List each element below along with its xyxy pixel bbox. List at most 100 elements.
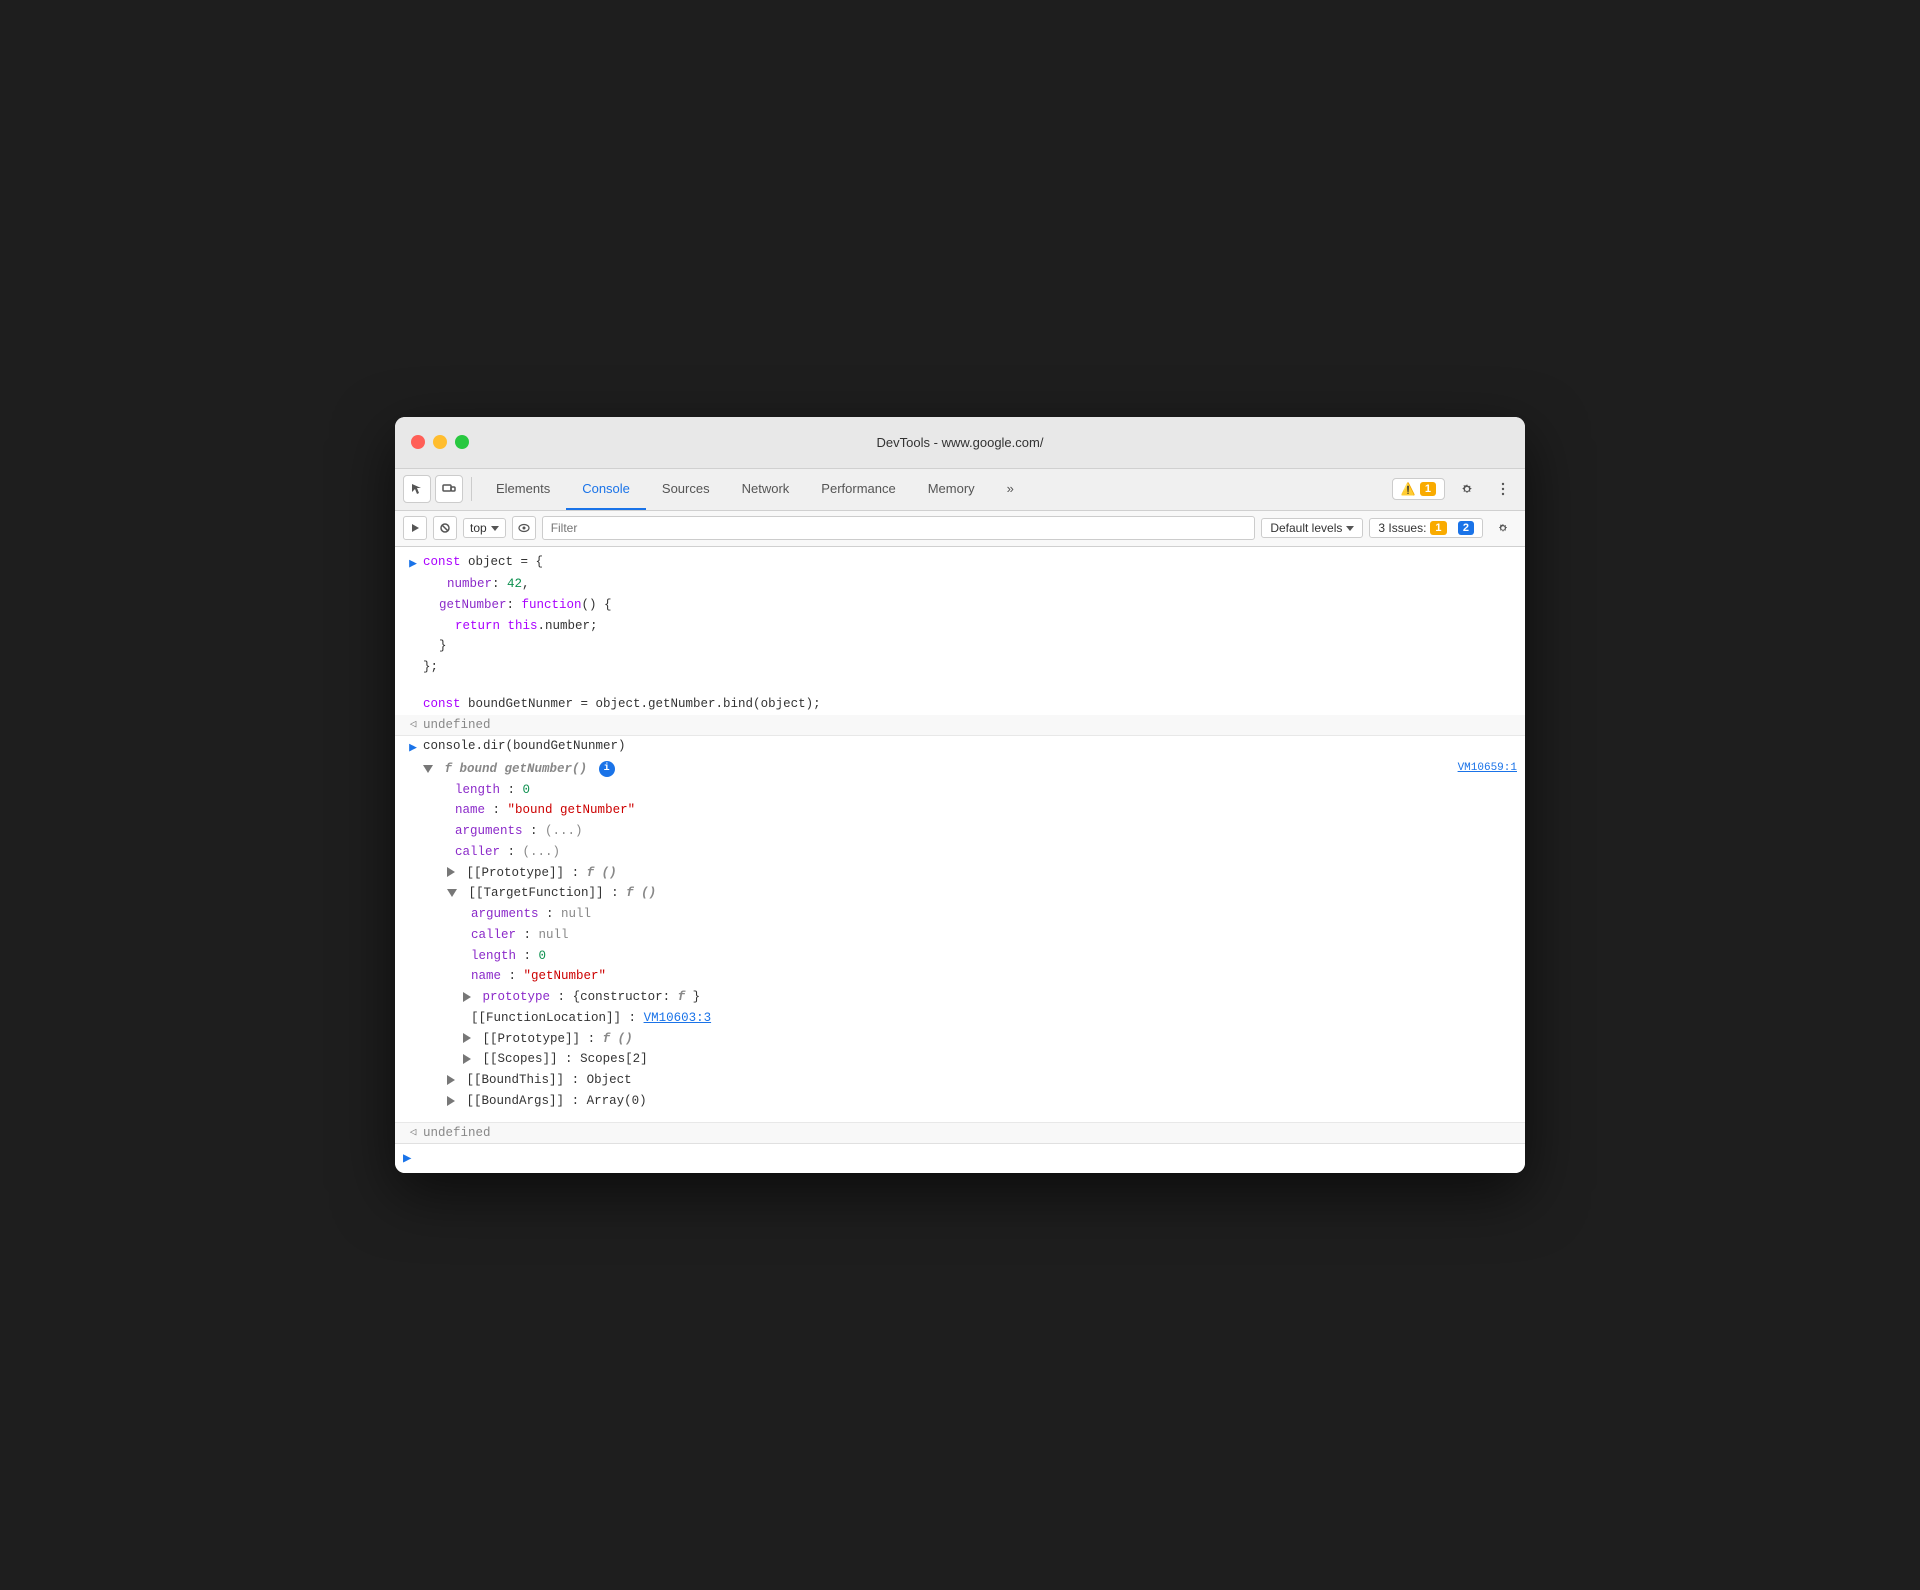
console-secondary-toolbar: top Default levels 3 Issues: 1 2 (395, 511, 1525, 547)
tf-arguments[interactable]: arguments : null (395, 904, 1525, 925)
prop-val: f () (587, 866, 617, 880)
prop-bound-this[interactable]: [[BoundThis]] : Object (395, 1070, 1525, 1091)
issues-badge[interactable]: ⚠️ 1 (1392, 478, 1445, 500)
console-entry-2[interactable]: number: 42, (395, 574, 1525, 595)
warn-icon: ⚠️ (1401, 482, 1416, 496)
code-italic: f (445, 762, 460, 776)
console-entry-undefined1[interactable]: ◁ undefined (395, 715, 1525, 736)
issues-info-badge: 2 (1458, 521, 1474, 535)
expand-arrow[interactable] (423, 765, 433, 773)
blank-line2 (395, 1112, 1525, 1122)
prop-caller[interactable]: caller : (...) (395, 842, 1525, 863)
collapse-arrow[interactable] (463, 1033, 471, 1043)
vm-link[interactable]: VM10659:1 (1450, 760, 1517, 777)
prop-bound-args[interactable]: [[BoundArgs]] : Array(0) (395, 1091, 1525, 1112)
maximize-button[interactable] (455, 435, 469, 449)
prop-name: [[FunctionLocation]] (471, 1011, 621, 1025)
collapse-arrow[interactable] (463, 992, 471, 1002)
line-gutter (411, 575, 431, 576)
console-settings-button[interactable] (1489, 514, 1517, 542)
prop-val: f () (626, 886, 656, 900)
line-gutter (403, 947, 423, 948)
code-colon: : (565, 1052, 580, 1066)
line-content: [[TargetFunction]] : f () (423, 884, 1517, 903)
prop-name: length (471, 949, 516, 963)
code-colon: : (572, 1094, 587, 1108)
console-entry-undefined2[interactable]: ◁ undefined (395, 1122, 1525, 1144)
issues-count-badge[interactable]: 3 Issues: 1 2 (1369, 518, 1483, 538)
console-entry-bind[interactable]: const boundGetNunmer = object.getNumber.… (395, 694, 1525, 715)
console-prompt[interactable]: ▶ (395, 1143, 1525, 1173)
prop-name: caller (455, 845, 500, 859)
code-colon: : (588, 1032, 603, 1046)
tf-prototype[interactable]: prototype : {constructor: f } (395, 987, 1525, 1008)
code-keyword: return (455, 619, 508, 633)
tab-elements[interactable]: Elements (480, 468, 566, 510)
code-text: .number; (538, 619, 598, 633)
prop-length[interactable]: length : 0 (395, 780, 1525, 801)
tf-name[interactable]: name : "getNumber" (395, 966, 1525, 987)
filter-input[interactable] (542, 516, 1256, 540)
console-entry-3[interactable]: getNumber: function() { (395, 595, 1525, 616)
expand-arrow[interactable] (447, 889, 457, 897)
collapse-arrow[interactable] (447, 867, 455, 877)
line-content: number: 42, (431, 575, 1517, 594)
tab-sources[interactable]: Sources (646, 468, 726, 510)
issues-spacer (1451, 521, 1454, 535)
tab-performance[interactable]: Performance (805, 468, 911, 510)
tf-function-location[interactable]: [[FunctionLocation]] : VM10603:3 (395, 1008, 1525, 1029)
line-gutter (403, 1030, 423, 1031)
clear-console-button[interactable] (433, 516, 457, 540)
tf-length[interactable]: length : 0 (395, 946, 1525, 967)
tf-caller[interactable]: caller : null (395, 925, 1525, 946)
vm-link2[interactable]: VM10603:3 (644, 1011, 712, 1025)
console-entry-5[interactable]: } (395, 636, 1525, 657)
run-script-button[interactable] (403, 516, 427, 540)
device-icon[interactable] (435, 475, 463, 503)
collapse-arrow[interactable] (447, 1096, 455, 1106)
line-content: [[Prototype]] : f () (423, 864, 1517, 883)
tab-more[interactable]: » (991, 468, 1030, 510)
prop-prototype-outer[interactable]: [[Prototype]] : f () (395, 863, 1525, 884)
more-options-button[interactable] (1489, 475, 1517, 503)
eye-icon-button[interactable] (512, 516, 536, 540)
code-text: () { (582, 598, 612, 612)
console-entry-bound-fn[interactable]: f bound getNumber() i VM10659:1 (395, 759, 1525, 780)
prop-arguments[interactable]: arguments : (...) (395, 821, 1525, 842)
code-text: boundGetNunmer = object.getNumber.bind(o… (468, 697, 821, 711)
prop-target-fn[interactable]: [[TargetFunction]] : f () (395, 883, 1525, 904)
prop-name-entry[interactable]: name : "bound getNumber" (395, 800, 1525, 821)
prop-val-f: f (678, 990, 686, 1004)
tab-memory[interactable]: Memory (912, 468, 991, 510)
tab-console[interactable]: Console (566, 468, 646, 510)
tf-scopes[interactable]: [[Scopes]] : Scopes[2] (395, 1049, 1525, 1070)
prop-name: name (455, 803, 485, 817)
code-colon: : (508, 783, 523, 797)
prop-name: [[BoundThis]] (467, 1073, 565, 1087)
code-colon: : (572, 1073, 587, 1087)
console-entry-4[interactable]: return this.number; (395, 616, 1525, 637)
minimize-button[interactable] (433, 435, 447, 449)
inspect-icon[interactable] (403, 475, 431, 503)
line-content: name : "bound getNumber" (423, 801, 1517, 820)
collapse-arrow[interactable] (463, 1054, 471, 1064)
context-dropdown[interactable]: top (463, 518, 506, 538)
line-gutter (403, 760, 423, 761)
console-entry-dir[interactable]: ▶ console.dir(boundGetNunmer) (395, 735, 1525, 759)
prop-val: Object (587, 1073, 632, 1087)
console-entry-1[interactable]: ▶ const object = { (395, 547, 1525, 575)
line-content: undefined (423, 1124, 1517, 1143)
close-button[interactable] (411, 435, 425, 449)
prop-val-close: } (693, 990, 701, 1004)
collapse-arrow[interactable] (447, 1075, 455, 1085)
line-gutter (403, 1092, 423, 1093)
default-levels-dropdown[interactable]: Default levels (1261, 518, 1363, 538)
prop-val: (...) (545, 824, 583, 838)
console-entry-6[interactable]: }; (395, 657, 1525, 678)
code-colon: : (611, 886, 626, 900)
devtools-window: DevTools - www.google.com/ Elements Cons… (395, 417, 1525, 1174)
code-italic2: bound getNumber() (460, 762, 588, 776)
tab-network[interactable]: Network (726, 468, 806, 510)
settings-button[interactable] (1453, 475, 1481, 503)
tf-prototype2[interactable]: [[Prototype]] : f () (395, 1029, 1525, 1050)
